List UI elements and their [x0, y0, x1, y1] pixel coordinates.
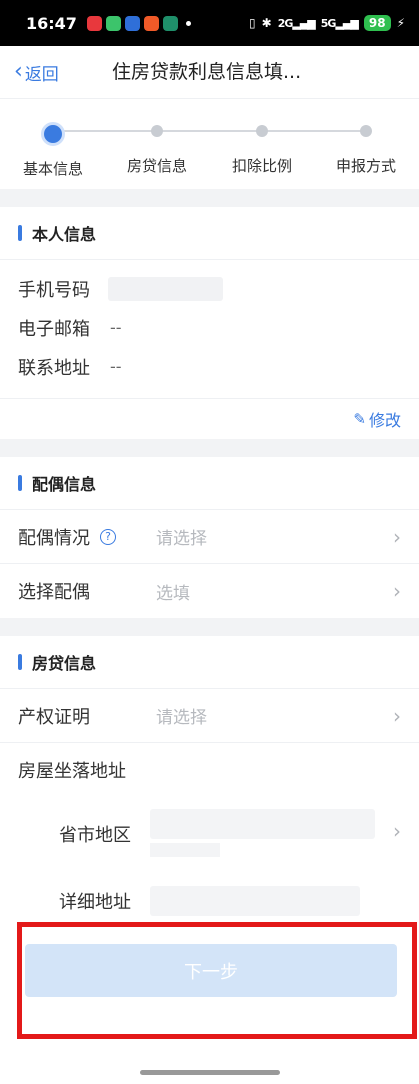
status-bar: 16:47 ▯ ✱ 2G▂▄▆ 5G▂▄▆ 98 ⚡	[0, 0, 419, 46]
signal-5g-label: 5G	[320, 16, 337, 30]
back-label: 返回	[24, 64, 59, 85]
region-select[interactable]: 省市地区 ›	[0, 797, 419, 871]
app-icon	[86, 15, 102, 31]
home-indicator	[140, 1070, 280, 1075]
region-value-redacted-2	[150, 843, 220, 857]
spouse-info-section: 配偶信息 配偶情况 ? 请选择 › 选择配偶 选填 ›	[0, 457, 419, 618]
phone-label: 手机号码	[18, 279, 90, 301]
select-spouse-label: 选择配偶	[18, 582, 90, 603]
status-app-icons	[86, 15, 178, 31]
edit-icon: ✎	[353, 410, 366, 428]
signal-2g: 2G▂▄▆	[277, 16, 316, 30]
property-deed-placeholder: 请选择	[156, 708, 207, 728]
property-deed-label: 产权证明	[18, 706, 90, 728]
step-progress: 基本信息 房贷信息 扣除比例 申报方式	[0, 98, 419, 189]
email-label: 电子邮箱	[18, 318, 90, 340]
edit-button[interactable]: ✎ 修改	[0, 398, 419, 439]
step-dot-active	[41, 122, 65, 146]
spouse-status-placeholder: 请选择	[156, 529, 207, 549]
address-value: --	[110, 357, 122, 376]
step-declare-method: 申报方式	[314, 99, 418, 176]
app-icon	[143, 15, 159, 31]
step-basic-info: 基本信息	[1, 99, 105, 179]
chevron-right-icon: ›	[393, 703, 401, 728]
personal-info-rows: 手机号码 电子邮箱 -- 联系地址 --	[0, 260, 419, 398]
section-header: 本人信息	[0, 207, 419, 260]
email-row: 电子邮箱 --	[0, 308, 419, 347]
notification-dot-icon	[185, 20, 191, 26]
property-deed-select[interactable]: 产权证明 请选择 ›	[0, 689, 419, 743]
page-title: 住房贷款利息信息填...	[112, 61, 302, 83]
section-header: 房贷信息	[0, 636, 419, 689]
section-title: 配偶信息	[32, 475, 97, 494]
section-title: 本人信息	[32, 225, 97, 244]
region-label: 省市地区	[59, 825, 131, 846]
address-label: 联系地址	[18, 357, 90, 379]
signal-5g: 5G▂▄▆	[320, 16, 359, 30]
app-icon	[162, 15, 178, 31]
help-icon[interactable]: ?	[100, 528, 116, 545]
step-label: 基本信息	[22, 160, 83, 178]
nav-header: ‹ 返回 住房贷款利息信息填...	[0, 46, 419, 98]
edit-label: 修改	[368, 411, 401, 430]
house-location-row: 房屋坐落地址	[0, 743, 419, 797]
house-location-label: 房屋坐落地址	[18, 761, 126, 782]
section-header: 配偶信息	[0, 457, 419, 510]
chevron-left-icon: ‹	[14, 59, 23, 84]
step-label: 扣除比例	[231, 157, 292, 175]
status-right: ▯ ✱ 2G▂▄▆ 5G▂▄▆ 98 ⚡	[249, 15, 405, 31]
section-title: 房贷信息	[32, 654, 97, 673]
step-label: 房贷信息	[126, 157, 187, 175]
charging-icon: ⚡	[396, 16, 405, 30]
detail-address-redacted	[150, 886, 360, 916]
signal-2g-label: 2G	[277, 16, 294, 30]
phone-row: 手机号码	[0, 269, 419, 308]
battery-level: 98	[363, 15, 391, 31]
chevron-right-icon: ›	[393, 579, 401, 603]
section-accent-bar	[18, 225, 22, 241]
region-value-redacted	[150, 809, 375, 839]
spouse-status-label: 配偶情况	[18, 527, 90, 549]
step-dot	[151, 125, 163, 137]
email-value: --	[110, 318, 122, 337]
section-accent-bar	[18, 475, 22, 491]
bluetooth-icon: ✱	[261, 16, 272, 30]
spouse-status-select[interactable]: 配偶情况 ? 请选择 ›	[0, 510, 419, 564]
step-mortgage-info: 房贷信息	[105, 99, 209, 176]
phone-value-redacted	[108, 276, 223, 301]
back-button[interactable]: ‹ 返回	[14, 46, 59, 98]
select-spouse-select[interactable]: 选择配偶 选填 ›	[0, 564, 419, 618]
status-time: 16:47	[26, 13, 77, 33]
step-deduction-ratio: 扣除比例	[210, 99, 314, 176]
mortgage-info-section: 房贷信息 产权证明 请选择 › 房屋坐落地址 省市地区 › 详细地址	[0, 636, 419, 951]
app-icon	[124, 15, 140, 31]
vibrate-icon: ▯	[249, 16, 256, 30]
step-dot	[360, 125, 372, 137]
personal-info-section: 本人信息 手机号码 电子邮箱 -- 联系地址 -- ✎ 修改	[0, 207, 419, 439]
step-dot	[256, 125, 268, 137]
detail-address-label: 详细地址	[59, 892, 131, 913]
app-icon	[105, 15, 121, 31]
section-accent-bar	[18, 654, 22, 670]
highlight-box	[17, 922, 417, 1039]
select-spouse-placeholder: 选填	[156, 583, 190, 604]
spouse-status-label-wrap: 配偶情况 ?	[18, 524, 156, 550]
chevron-right-icon: ›	[393, 819, 401, 843]
chevron-right-icon: ›	[393, 524, 401, 549]
step-label: 申报方式	[335, 157, 396, 175]
address-row: 联系地址 --	[0, 347, 419, 386]
